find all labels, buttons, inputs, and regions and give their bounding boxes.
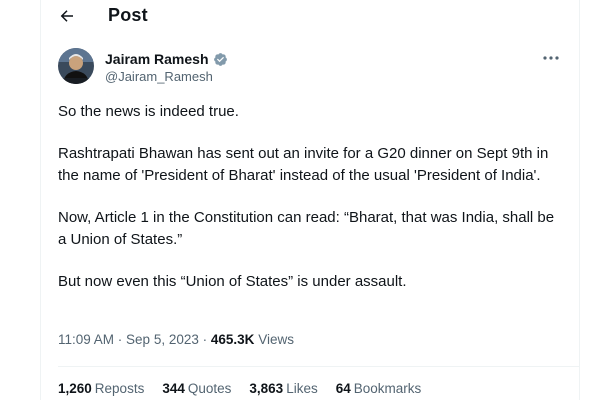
tweet-meta: 11:09 AM · Sep 5, 2023 · 465.3K Views xyxy=(58,332,294,347)
reposts-count: 1,260 xyxy=(58,381,92,396)
back-button[interactable] xyxy=(55,4,79,28)
meta-separator: · xyxy=(198,332,211,347)
tweet-paragraph: So the news is indeed true. xyxy=(58,103,239,120)
tweet-paragraph: But now even this “Union of States” is u… xyxy=(58,273,407,290)
page-title: Post xyxy=(108,5,148,25)
more-horizontal-icon xyxy=(543,56,559,60)
avatar-image xyxy=(58,48,94,84)
tweet-paragraph: Now, Article 1 in the Constitution can r… xyxy=(58,209,555,248)
meta-separator: · xyxy=(114,332,127,347)
engagement-stats: 1,260 Reposts 344 Quotes 3,863 Likes 64 Book… xyxy=(58,381,421,396)
author-name[interactable]: Jairam Ramesh xyxy=(105,51,209,67)
author-block: Jairam Ramesh @Jairam_Ramesh xyxy=(105,50,228,84)
likes-link[interactable]: 3,863 Likes xyxy=(249,381,317,396)
views-count: 465.3K xyxy=(210,332,255,347)
post-column: Post Jairam Ramesh @Jairam_Ramesh So the… xyxy=(40,0,580,400)
arrow-left-icon xyxy=(60,10,73,22)
reposts-link[interactable]: 1,260 Reposts xyxy=(58,381,144,396)
more-options-button[interactable] xyxy=(541,50,561,66)
quotes-label: Quotes xyxy=(187,381,232,396)
tweet-paragraph: Rashtrapati Bhawan has sent out an invit… xyxy=(58,145,549,184)
tweet-time[interactable]: 11:09 AM xyxy=(58,332,114,347)
likes-label: Likes xyxy=(286,381,318,396)
quotes-count: 344 xyxy=(162,381,185,396)
tweet-text: So the news is indeed true. Rashtrapati … xyxy=(58,101,563,313)
tweet-date[interactable]: Sep 5, 2023 xyxy=(126,332,199,347)
verified-badge-icon xyxy=(213,52,227,66)
views-label: Views xyxy=(258,332,294,347)
bookmarks-count: 64 xyxy=(335,381,351,396)
quotes-link[interactable]: 344 Quotes xyxy=(162,381,231,396)
bookmarks-label: Bookmarks xyxy=(353,381,422,396)
avatar[interactable] xyxy=(58,48,94,84)
likes-count: 3,863 xyxy=(249,381,284,396)
reposts-label: Reposts xyxy=(94,381,145,396)
author-handle[interactable]: @Jairam_Ramesh xyxy=(105,69,228,84)
divider xyxy=(58,366,579,367)
bookmarks-link[interactable]: 64 Bookmarks xyxy=(336,381,422,396)
author-name-row: Jairam Ramesh xyxy=(105,50,228,68)
post-header: Post xyxy=(41,0,579,30)
